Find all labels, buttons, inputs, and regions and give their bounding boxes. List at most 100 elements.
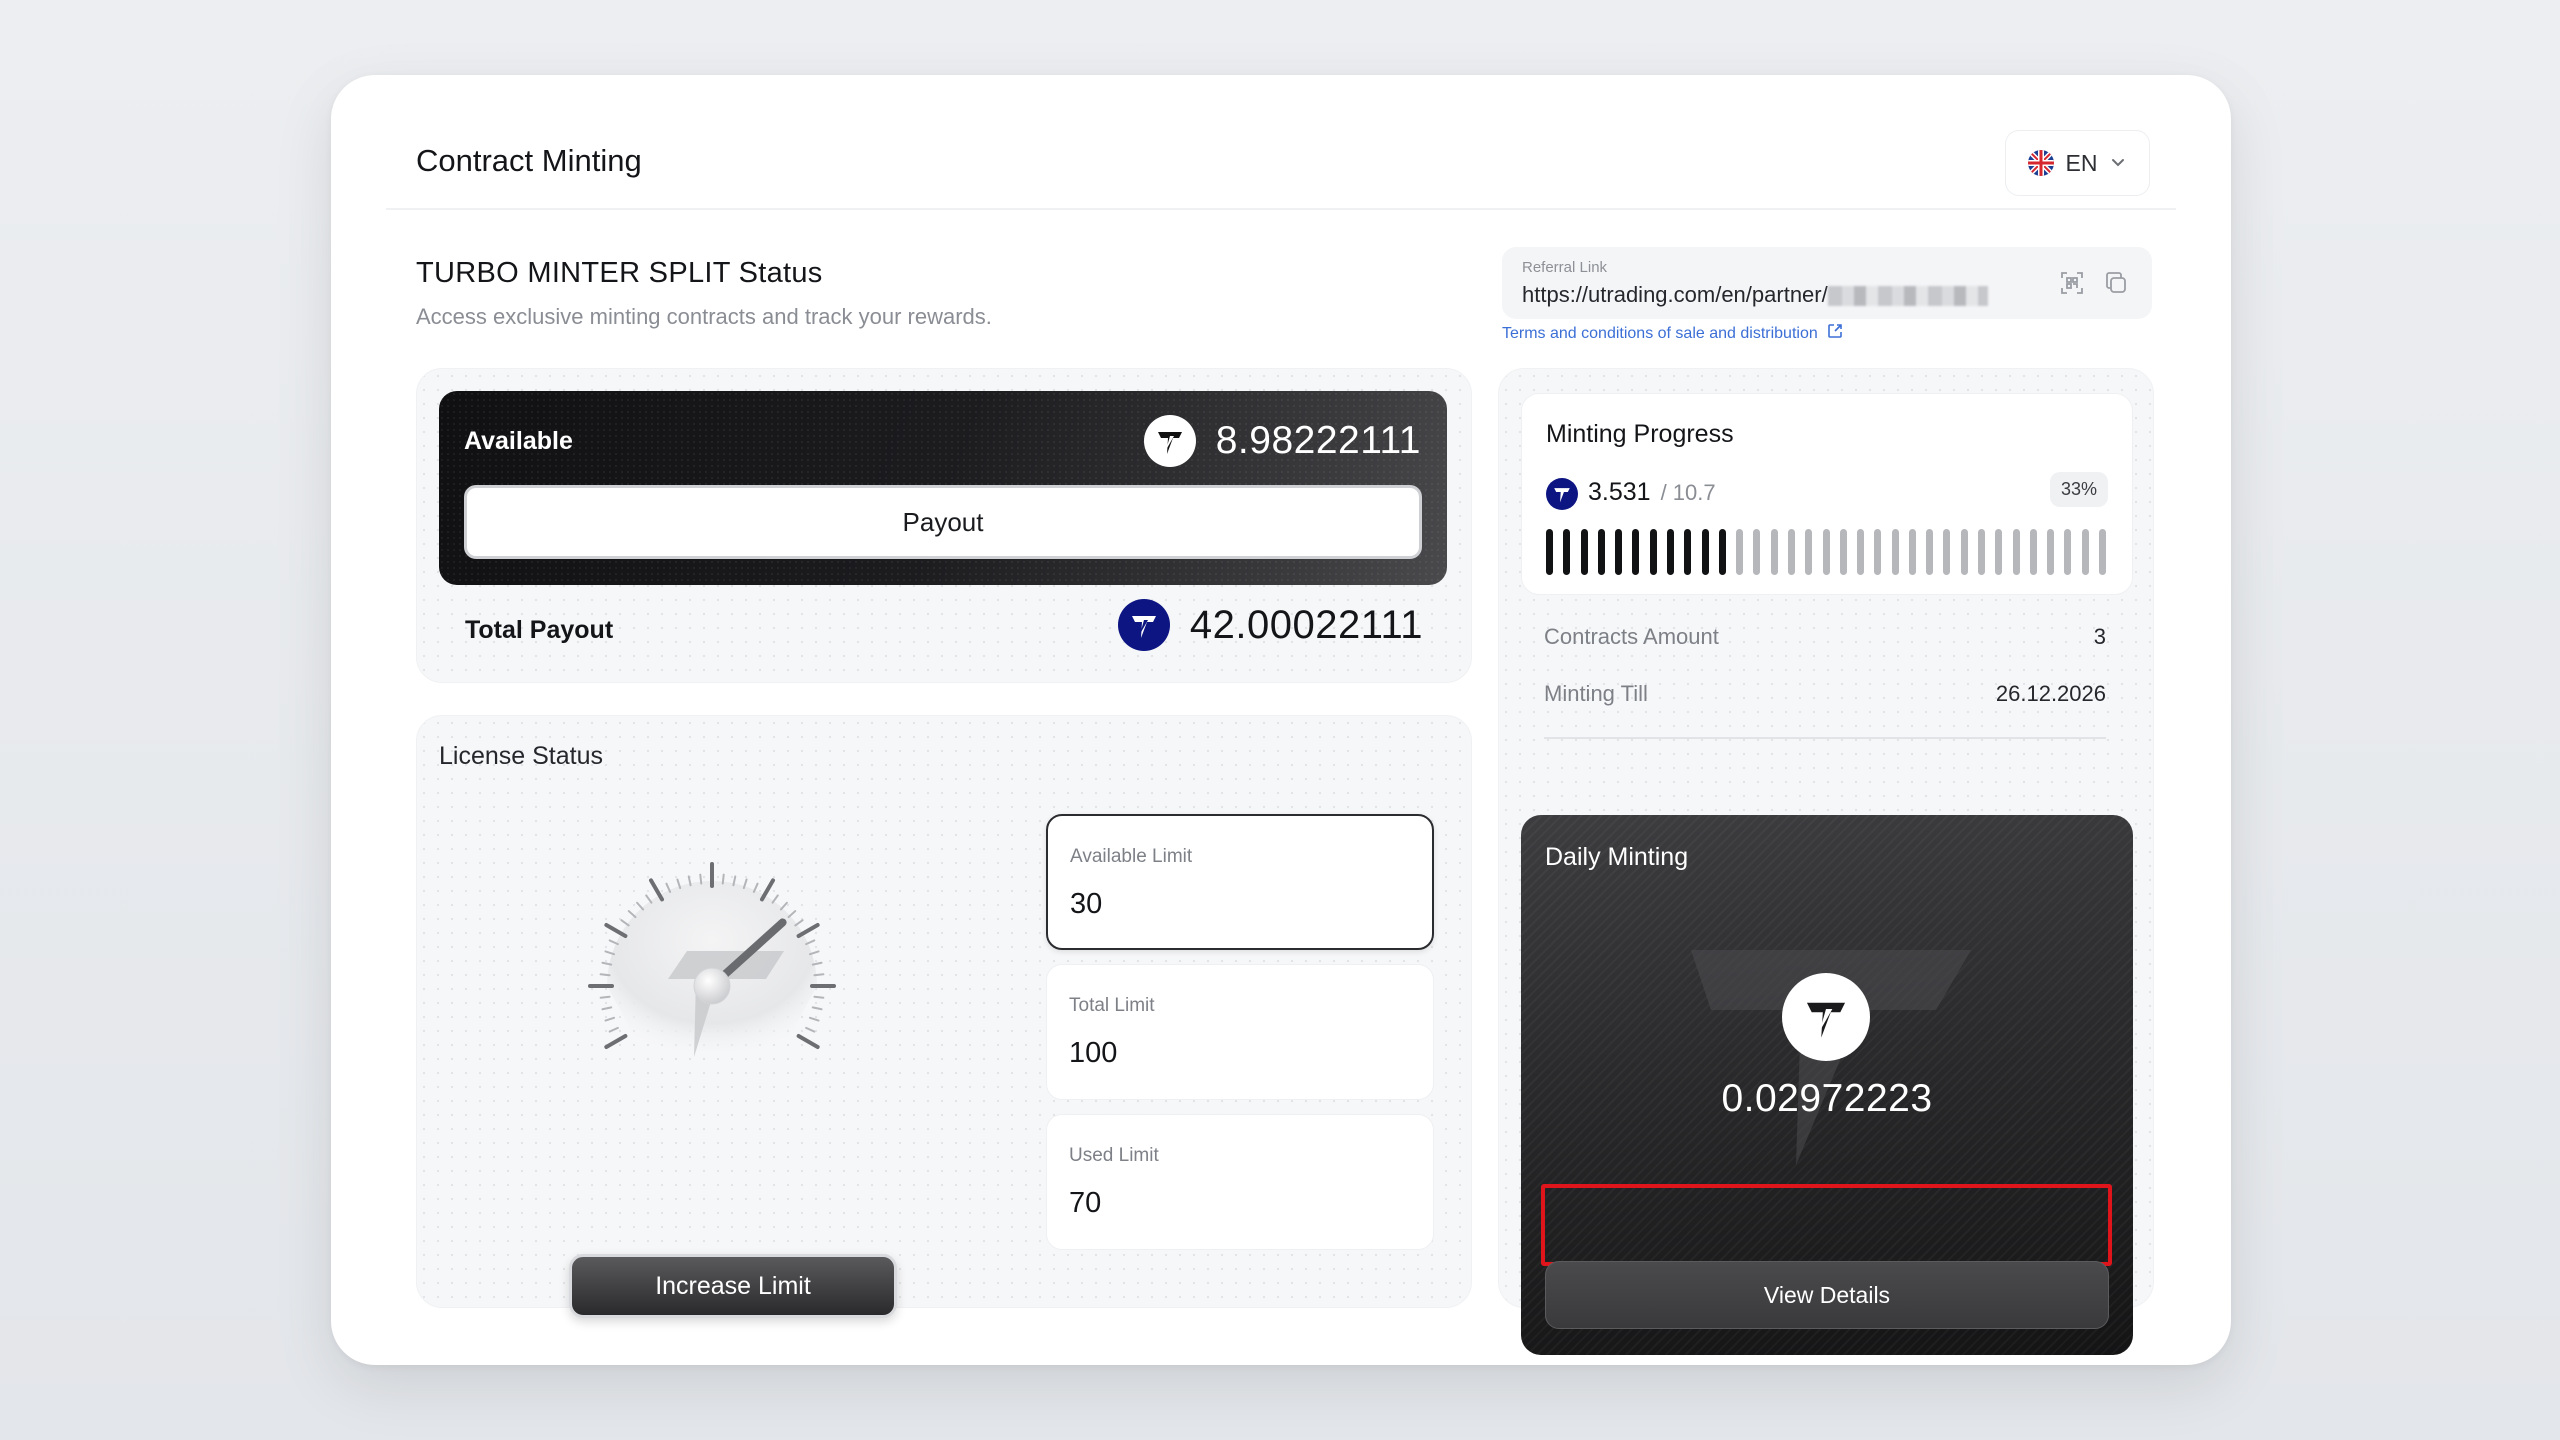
progress-bar-segment [2012, 529, 2020, 575]
status-subtitle: Access exclusive minting contracts and t… [416, 304, 992, 329]
progress-bar-segment [1787, 529, 1795, 575]
progress-bar-segment [1891, 529, 1899, 575]
progress-bar-segment [1736, 529, 1744, 575]
progress-bar-segment [2047, 529, 2055, 575]
external-link-icon [1826, 322, 1844, 345]
progress-bar-segment [1615, 529, 1623, 575]
progress-bar-segment [1908, 529, 1916, 575]
total-payout-amount: 42.00022111 [1117, 599, 1423, 651]
token-logo-icon [1546, 478, 1578, 510]
progress-bar-segment [1632, 529, 1640, 575]
progress-bar-segment [1926, 529, 1934, 575]
token-logo-icon [1117, 599, 1170, 651]
referral-url[interactable]: https://utrading.com/en/partner/ [1522, 282, 1988, 308]
progress-bar-segment [2064, 529, 2072, 575]
payout-button[interactable]: Payout [464, 485, 1422, 559]
gauge-tick [599, 995, 611, 999]
gauge-tick [599, 973, 611, 977]
total-limit-card[interactable]: Total Limit 100 [1046, 964, 1434, 1100]
token-logo-icon [1782, 973, 1870, 1061]
license-panel: License Status Increase Limit Available … [416, 715, 1472, 1318]
gauge-tick [779, 901, 788, 911]
gauge-tick [601, 1006, 613, 1011]
qr-code-icon[interactable] [2058, 269, 2086, 297]
daily-minting-title: Daily Minting [1545, 843, 1689, 871]
progress-percent-badge: 33% [2049, 472, 2108, 507]
contracts-amount-row: Contracts Amount 3 [1544, 624, 2106, 650]
gauge-tick [604, 1034, 628, 1049]
minting-progress-title: Minting Progress [1546, 420, 1734, 448]
gauge-tick [760, 878, 775, 902]
gauge-tick [721, 873, 725, 885]
progress-bar-segment [1822, 529, 1830, 575]
referral-link-box: Referral Link https://utrading.com/en/pa… [1502, 247, 2152, 319]
progress-bar-segment [2099, 529, 2106, 575]
used-limit-card[interactable]: Used Limit 70 [1046, 1114, 1434, 1250]
progress-bar-segment [1857, 529, 1865, 575]
progress-bar-segment [1839, 529, 1847, 575]
available-label: Available [464, 427, 573, 455]
gauge-tick [645, 894, 653, 904]
available-limit-card[interactable]: Available Limit 30 [1046, 814, 1434, 950]
available-limit-value: 30 [1070, 888, 1103, 920]
header-divider [386, 208, 2176, 210]
gauge-tick [805, 1026, 816, 1033]
progress-bar-segment [1960, 529, 1968, 575]
gauge-tick [771, 894, 779, 904]
gauge-tick [794, 919, 804, 927]
progress-bar-segment [2029, 529, 2037, 575]
gauge-tick [813, 973, 825, 977]
page-title: Contract Minting [416, 143, 642, 178]
progress-bar-segment [1684, 529, 1692, 575]
token-logo-icon [1143, 415, 1196, 467]
progress-bar-segment [1753, 529, 1761, 575]
row-divider [1544, 737, 2106, 739]
minting-panel: Minting Progress 3.531 / 10.7 33% Contra… [1498, 368, 2154, 1355]
balance-panel: Available 8.98222111 Payout Total Payout… [416, 368, 1472, 683]
available-value: 8.98222111 [1215, 419, 1421, 462]
total-payout-label: Total Payout [465, 616, 614, 644]
minting-progress-card: Minting Progress 3.531 / 10.7 33% [1521, 393, 2133, 595]
minting-progress-amount: 3.531 / 10.7 [1546, 478, 1716, 510]
total-limit-label: Total Limit [1069, 995, 1155, 1016]
progress-current: 3.531 [1588, 478, 1651, 506]
chevron-down-icon [2109, 150, 2127, 177]
increase-limit-button[interactable]: Increase Limit [569, 1254, 897, 1318]
progress-bar-segment [1597, 529, 1605, 575]
redacted-code [1827, 286, 1988, 307]
gauge-tick [620, 919, 630, 927]
used-limit-value: 70 [1069, 1187, 1102, 1219]
available-limit-label: Available Limit [1070, 846, 1193, 867]
language-selector[interactable]: EN [2005, 130, 2150, 196]
view-details-button[interactable]: View Details [1545, 1261, 2109, 1329]
progress-bar-segment [1718, 529, 1726, 575]
daily-minting-card: Daily Minting 0.02972223 View Details [1521, 815, 2133, 1355]
gauge-tick [627, 910, 637, 919]
progress-bar-segment [2081, 529, 2089, 575]
gauge-tick [604, 923, 628, 938]
progress-max: / 10.7 [1660, 480, 1716, 505]
speed-gauge [588, 862, 836, 1057]
copy-icon[interactable] [2102, 269, 2130, 297]
gauge-knob [693, 967, 731, 1005]
used-limit-label: Used Limit [1069, 1145, 1159, 1166]
progress-bar-segment [1666, 529, 1674, 575]
gauge-tick [608, 1026, 619, 1033]
gauge-tick [636, 901, 645, 911]
contracts-amount-label: Contracts Amount [1544, 624, 1719, 649]
minting-till-label: Minting Till [1544, 681, 1648, 706]
progress-bar-segment [1874, 529, 1882, 575]
language-label: EN [2065, 149, 2098, 176]
gauge-tick [813, 995, 825, 999]
progress-bar-segment [1995, 529, 2003, 575]
terms-link[interactable]: Terms and conditions of sale and distrib… [1502, 322, 1844, 345]
gauge-tick [811, 1006, 823, 1011]
progress-bar-segment [1805, 529, 1813, 575]
daily-minting-value: 0.02972223 [1721, 1077, 1933, 1120]
license-title: License Status [439, 742, 603, 770]
gauge-tick [808, 1016, 820, 1022]
uk-flag-icon [2027, 150, 2054, 176]
gauge-tick [699, 873, 703, 885]
gauge-tick [796, 1034, 820, 1049]
progress-bar-segment [1649, 529, 1657, 575]
